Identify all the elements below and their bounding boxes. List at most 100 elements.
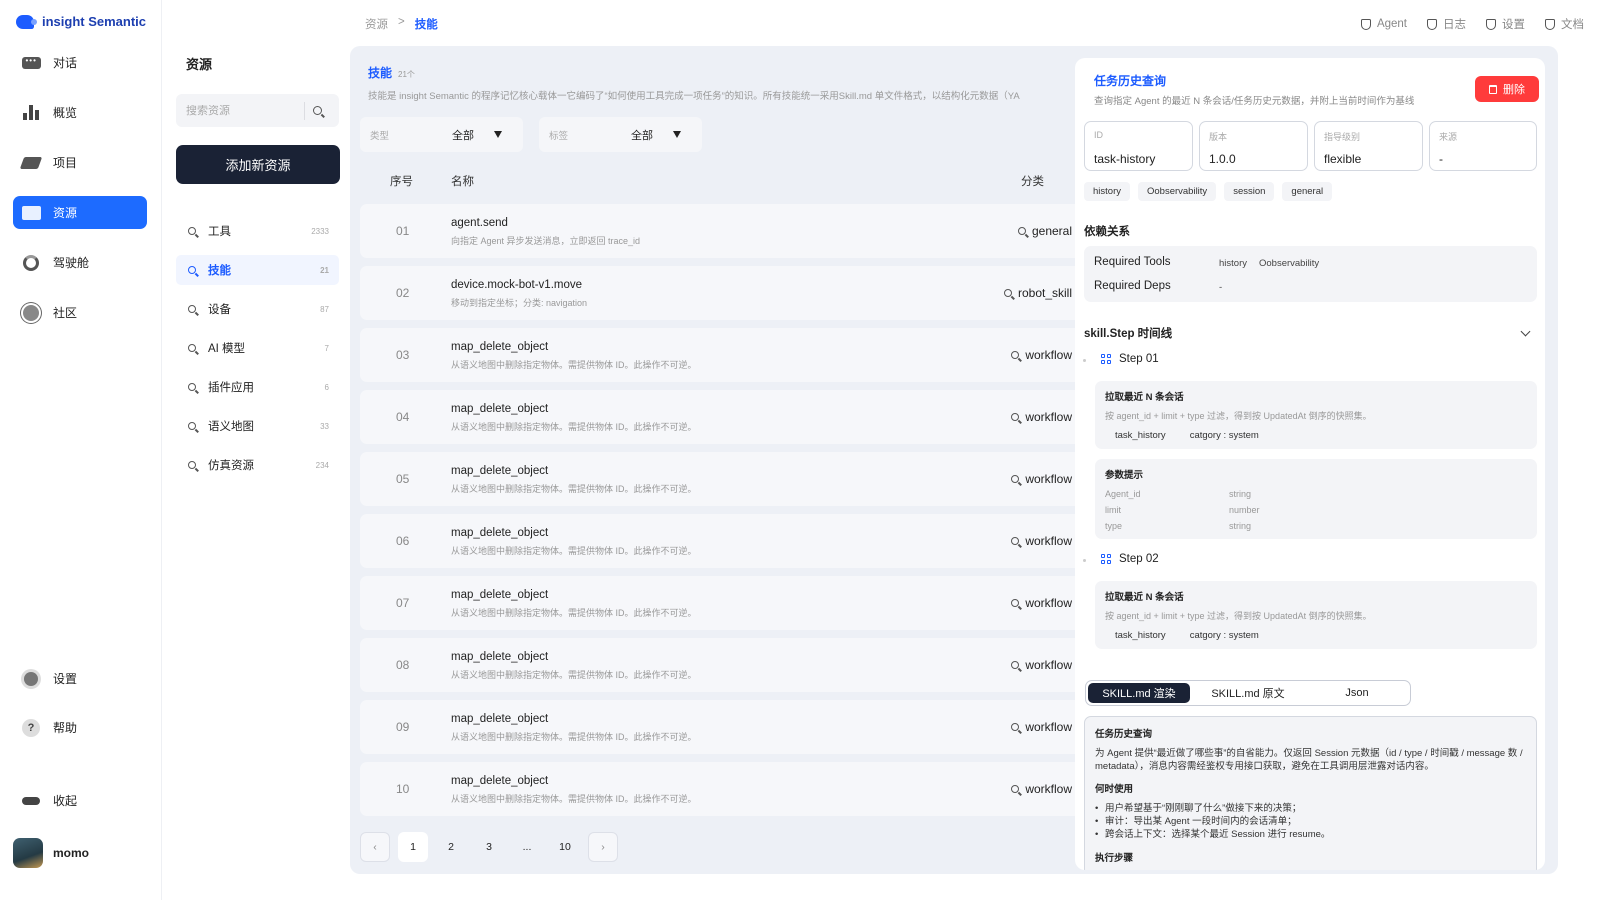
category-item-ai-models[interactable]: AI 模型 7 <box>176 333 339 363</box>
category-item-tools[interactable]: 工具 2333 <box>176 216 339 246</box>
grid-icon <box>1101 554 1111 564</box>
nav-item-chat[interactable]: 对话 <box>13 46 147 79</box>
tab-skill-source[interactable]: SKILL.md 原文 <box>1190 683 1306 703</box>
search-icon <box>188 461 196 469</box>
breadcrumb-separator: > <box>398 16 405 28</box>
tag[interactable]: general <box>1282 182 1333 201</box>
category-item-devices[interactable]: 设备 87 <box>176 294 339 324</box>
nav-item-overview[interactable]: 概览 <box>13 96 147 129</box>
list-header: 技能 21个 <box>368 64 415 81</box>
page-button[interactable]: 3 <box>474 832 504 862</box>
category-item-skills[interactable]: 技能 21 <box>176 255 339 285</box>
nav-item-collapse[interactable]: 收起 <box>13 784 147 817</box>
row-category: workflow <box>1011 410 1072 424</box>
field-version[interactable]: 版本 1.0.0 <box>1199 121 1308 171</box>
prev-page-button[interactable]: ‹ <box>360 832 390 862</box>
step-label-text: Step 01 <box>1119 353 1159 365</box>
category-label: 技能 <box>208 265 231 277</box>
search-icon[interactable] <box>313 106 322 115</box>
sidebar: insight Semantic 对话 概览 项目 资源 驾驶舱 社区 <box>0 0 162 900</box>
type-filter[interactable]: 类型 全部 <box>360 117 523 152</box>
detail-title: 任务历史查询 <box>1094 74 1167 88</box>
search-icon <box>188 383 196 391</box>
step-label-text: Step 02 <box>1119 553 1159 565</box>
add-resource-button[interactable]: 添加新资源 <box>176 145 340 184</box>
table-row[interactable]: 04 map_delete_object 从语义地图中删除指定物体。需提供物体 ID… <box>360 390 1088 444</box>
category-count: 33 <box>320 421 329 431</box>
tag-filter[interactable]: 标签 全部 <box>539 117 702 152</box>
row-name: map_delete_object <box>451 403 549 415</box>
main-content: 技能 21个 技能是 insight Semantic 的程序记忆核心载体一它编… <box>350 46 1558 874</box>
row-number: 07 <box>396 596 410 610</box>
breadcrumb-root[interactable]: 资源 <box>365 16 388 32</box>
bottom-nav: 设置 ? 帮助 <box>13 662 147 760</box>
topnav-settings[interactable]: 设置 <box>1486 16 1525 32</box>
user-profile[interactable]: momo <box>13 838 89 868</box>
row-description: 从语义地图中删除指定物体。需提供物体 ID。此操作不可逆。 <box>451 484 697 494</box>
table-row[interactable]: 09 map_delete_object 从语义地图中删除指定物体。需提供物体 ID… <box>360 700 1088 754</box>
nav-item-cockpit[interactable]: 驾驶舱 <box>13 246 147 279</box>
category-item-simulation[interactable]: 仿真资源 234 <box>176 450 339 480</box>
topnav-agent[interactable]: Agent <box>1360 16 1407 32</box>
category-item-plugins[interactable]: 插件应用 6 <box>176 372 339 402</box>
field-id[interactable]: ID task-history <box>1084 121 1193 171</box>
table-row[interactable]: 07 map_delete_object 从语义地图中删除指定物体。需提供物体 ID… <box>360 576 1088 630</box>
nav-item-settings[interactable]: 设置 <box>13 662 147 695</box>
category-count: 6 <box>324 382 329 392</box>
step-card-title: 拉取最近 N 条会话 <box>1105 592 1184 603</box>
tag[interactable]: session <box>1224 182 1275 201</box>
page-button[interactable]: 2 <box>436 832 466 862</box>
nav-item-help[interactable]: ? 帮助 <box>13 711 147 744</box>
nav-item-community[interactable]: 社区 <box>13 296 147 329</box>
category-label: 语义地图 <box>208 421 254 433</box>
table-row[interactable]: 03 map_delete_object 从语义地图中删除指定物体。需提供物体 ID… <box>360 328 1088 382</box>
field-source[interactable]: 来源 - <box>1429 121 1537 171</box>
next-page-button[interactable]: › <box>588 832 618 862</box>
param-card: 参数提示 Agent_id string limit number type s… <box>1095 459 1537 539</box>
field-guidance-level[interactable]: 指导级别 flexible <box>1314 121 1423 171</box>
row-description: 从语义地图中删除指定物体。需提供物体 ID。此操作不可逆。 <box>451 608 697 618</box>
tag[interactable]: Oobservability <box>1137 182 1217 201</box>
table-row[interactable]: 01 agent.send 向指定 Agent 异步发送消息，立即返回 trace_… <box>360 204 1088 258</box>
breadcrumb-current: 技能 <box>414 19 438 31</box>
required-deps-value: - <box>1219 282 1223 293</box>
row-category-label: workflow <box>1025 782 1072 796</box>
nav-item-projects[interactable]: 项目 <box>13 146 147 179</box>
category-item-semantic-maps[interactable]: 语义地图 33 <box>176 411 339 441</box>
tab-json[interactable]: Json <box>1306 683 1408 703</box>
search-icon <box>188 227 196 235</box>
step-label[interactable]: Step 02 <box>1101 553 1159 565</box>
logo[interactable]: insight Semantic <box>16 14 146 29</box>
trash-icon <box>1489 84 1497 94</box>
search-divider <box>304 101 305 120</box>
collapse-button[interactable]: 收起 <box>13 784 147 834</box>
tag[interactable]: history <box>1084 182 1130 201</box>
search-icon <box>1017 227 1026 235</box>
table-row[interactable]: 06 map_delete_object 从语义地图中删除指定物体。需提供物体 ID… <box>360 514 1088 568</box>
table-row[interactable]: 02 device.mock-bot-v1.move 移动到指定坐标；分类: nav… <box>360 266 1088 320</box>
nav-item-label: 概览 <box>53 106 78 120</box>
tab-skill-render[interactable]: SKILL.md 渲染 <box>1088 683 1190 703</box>
table-row[interactable]: 08 map_delete_object 从语义地图中删除指定物体。需提供物体 ID… <box>360 638 1088 692</box>
resource-panel: 资源 添加新资源 工具 2333 技能 21 设备 87 AI 模型 7 插件应 <box>176 0 342 900</box>
row-number: 04 <box>396 410 410 424</box>
topnav-docs[interactable]: 文档 <box>1545 16 1584 32</box>
required-deps-row: Required Deps - <box>1094 280 1222 293</box>
param-name: type <box>1105 521 1123 531</box>
delete-button[interactable]: 删除 <box>1475 76 1539 102</box>
page-button[interactable]: 1 <box>398 832 428 862</box>
page-button[interactable]: 10 <box>550 832 580 862</box>
nav-item-resources[interactable]: 资源 <box>13 196 147 229</box>
search-input[interactable] <box>186 104 304 117</box>
row-category: workflow <box>1011 720 1072 734</box>
search-icon <box>1011 599 1020 607</box>
table-row[interactable]: 05 map_delete_object 从语义地图中删除指定物体。需提供物体 ID… <box>360 452 1088 506</box>
chevron-down-icon[interactable] <box>1520 326 1531 337</box>
param-type: string <box>1229 521 1252 531</box>
cockpit-icon <box>21 254 41 271</box>
topnav-logs[interactable]: 日志 <box>1427 16 1466 32</box>
step-label[interactable]: Step 01 <box>1101 353 1159 365</box>
search-icon <box>1011 785 1020 793</box>
table-row[interactable]: 10 map_delete_object 从语义地图中删除指定物体。需提供物体 ID… <box>360 762 1088 816</box>
row-number: 03 <box>396 348 410 362</box>
